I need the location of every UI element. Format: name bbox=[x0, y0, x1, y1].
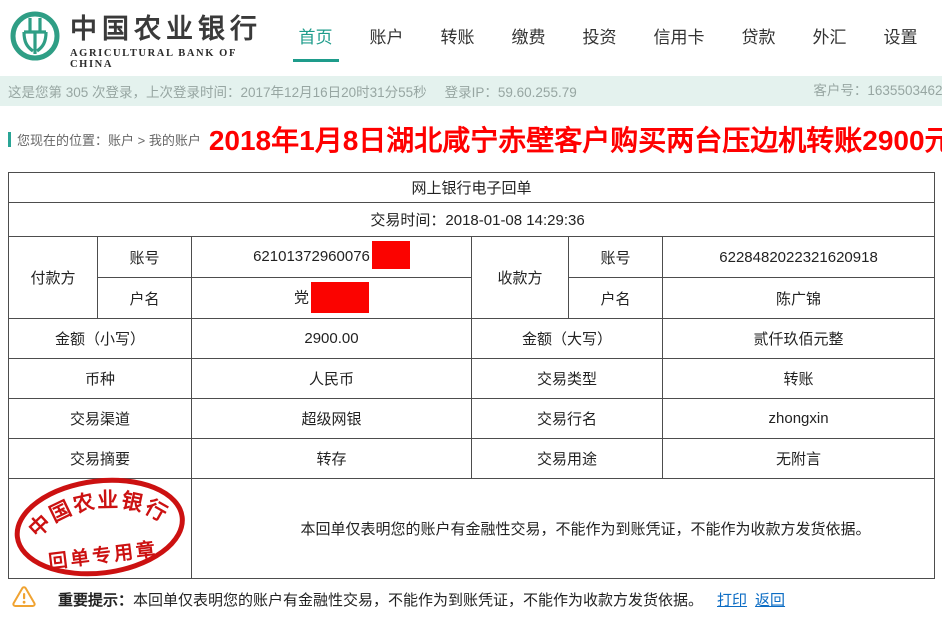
login-count-info: 这是您第 305 次登录，上次登录时间：2017年12月16日20时31分55秒 bbox=[8, 81, 427, 101]
bank-name-cn: 中国农业银行 bbox=[70, 7, 280, 46]
disclaimer-text: 本回单仅表明您的账户有金融性交易，不能作为到账凭证，不能作为收款方发货依据。 bbox=[192, 479, 935, 579]
bank-name-label: 交易行名 bbox=[472, 399, 663, 439]
payer-name-label: 户名 bbox=[98, 278, 192, 319]
nav-item-accounts[interactable]: 账户 bbox=[370, 15, 404, 62]
main-nav: 首页 账户 转账 缴费 投资 信用卡 贷款 外汇 设置 bbox=[280, 15, 936, 62]
bank-name-en: AGRICULTURAL BANK OF CHINA bbox=[70, 48, 280, 70]
payer-account-value: 62101372960076 bbox=[192, 237, 472, 278]
top-bar: 中国农业银行 AGRICULTURAL BANK OF CHINA 首页 账户 … bbox=[0, 0, 942, 76]
breadcrumb-row: 您现在的位置：账户 > 我的账户 2018年1月8日湖北咸宁赤壁客户购买两台压边… bbox=[0, 106, 942, 172]
red-annotation-title: 2018年1月8日湖北咸宁赤壁客户购买两台压边机转账2900元至农行账户 bbox=[209, 119, 942, 159]
nav-item-loans[interactable]: 贷款 bbox=[742, 15, 776, 62]
customer-number: 客户号：16355034622 bbox=[813, 76, 942, 106]
table-row: 金额（小写） 2900.00 金额（大写） 贰仟玖佰元整 bbox=[9, 319, 935, 359]
transaction-type-value: 转账 bbox=[663, 359, 935, 399]
table-row: 付款方 账号 62101372960076 收款方 账号 62284820223… bbox=[9, 237, 935, 278]
nav-item-payments[interactable]: 缴费 bbox=[512, 15, 546, 62]
transaction-time-cell: 交易时间：2018-01-08 14:29:36 bbox=[9, 203, 935, 237]
breadcrumb: 您现在的位置：账户 > 我的账户 bbox=[8, 130, 201, 149]
nav-item-home[interactable]: 首页 bbox=[299, 15, 333, 62]
table-row: 中国农业银行 回单专用章 本回单仅表明您的账户有金融性交易，不能作为到账凭证，不… bbox=[9, 479, 935, 579]
payer-name-text: 党 bbox=[294, 289, 309, 306]
bank-logo: 中国农业银行 AGRICULTURAL BANK OF CHINA bbox=[10, 7, 280, 70]
payee-account-value: 6228482022321620918 bbox=[663, 237, 935, 278]
currency-label: 币种 bbox=[9, 359, 192, 399]
redaction-block bbox=[372, 241, 410, 269]
payee-section-label: 收款方 bbox=[472, 237, 569, 319]
stamp-line2: 回单专用章 bbox=[47, 537, 159, 573]
notice-text: 本回单仅表明您的账户有金融性交易，不能作为到账凭证，不能作为收款方发货依据。 bbox=[133, 589, 703, 610]
payer-account-number: 62101372960076 bbox=[253, 248, 370, 265]
purpose-value: 无附言 bbox=[663, 439, 935, 479]
amount-uppercase-label: 金额（大写） bbox=[472, 319, 663, 359]
back-link[interactable]: 返回 bbox=[755, 589, 785, 610]
stamp-cell: 中国农业银行 回单专用章 bbox=[9, 479, 192, 579]
purpose-label: 交易用途 bbox=[472, 439, 663, 479]
currency-value: 人民币 bbox=[192, 359, 472, 399]
nav-item-settings[interactable]: 设置 bbox=[884, 15, 918, 62]
channel-value: 超级网银 bbox=[192, 399, 472, 439]
payee-account-label: 账号 bbox=[569, 237, 663, 278]
redaction-block bbox=[311, 282, 369, 313]
amount-uppercase-value: 贰仟玖佰元整 bbox=[663, 319, 935, 359]
nav-item-invest[interactable]: 投资 bbox=[583, 15, 617, 62]
nav-item-transfer[interactable]: 转账 bbox=[441, 15, 475, 62]
transaction-type-label: 交易类型 bbox=[472, 359, 663, 399]
table-row: 交易渠道 超级网银 交易行名 zhongxin bbox=[9, 399, 935, 439]
payer-name-value: 党 bbox=[192, 278, 472, 319]
bank-seal-stamp: 中国农业银行 回单专用章 bbox=[6, 465, 194, 592]
receipt-title: 网上银行电子回单 bbox=[9, 173, 935, 203]
summary-value: 转存 bbox=[192, 439, 472, 479]
transaction-time-value: 2018-01-08 14:29:36 bbox=[445, 212, 584, 229]
table-row: 交易时间：2018-01-08 14:29:36 bbox=[9, 203, 935, 237]
breadcrumb-accent-bar bbox=[8, 132, 11, 147]
breadcrumb-text: 您现在的位置：账户 > 我的账户 bbox=[17, 130, 201, 149]
print-link[interactable]: 打印 bbox=[717, 589, 747, 610]
notice-label: 重要提示： bbox=[58, 589, 133, 610]
amount-lowercase-label: 金额（小写） bbox=[9, 319, 192, 359]
channel-label: 交易渠道 bbox=[9, 399, 192, 439]
table-row: 网上银行电子回单 bbox=[9, 173, 935, 203]
amount-lowercase-value: 2900.00 bbox=[192, 319, 472, 359]
payee-name-value: 陈广锦 bbox=[663, 278, 935, 319]
payer-section-label: 付款方 bbox=[9, 237, 98, 319]
payee-name-label: 户名 bbox=[569, 278, 663, 319]
nav-item-credit-card[interactable]: 信用卡 bbox=[654, 15, 705, 62]
payer-account-label: 账号 bbox=[98, 237, 192, 278]
abc-bank-logo-icon bbox=[10, 11, 60, 66]
nav-item-forex[interactable]: 外汇 bbox=[813, 15, 847, 62]
bank-name-value: zhongxin bbox=[663, 399, 935, 439]
login-status-bar: 这是您第 305 次登录，上次登录时间：2017年12月16日20时31分55秒… bbox=[0, 76, 942, 106]
transaction-time-label: 交易时间： bbox=[370, 212, 445, 229]
receipt-table: 网上银行电子回单 交易时间：2018-01-08 14:29:36 付款方 账号… bbox=[8, 172, 935, 579]
login-ip: 登录IP：59.60.255.79 bbox=[445, 81, 577, 101]
footer-notice: 重要提示：本回单仅表明您的账户有金融性交易，不能作为到账凭证，不能作为收款方发货… bbox=[0, 579, 942, 618]
table-row: 币种 人民币 交易类型 转账 bbox=[9, 359, 935, 399]
